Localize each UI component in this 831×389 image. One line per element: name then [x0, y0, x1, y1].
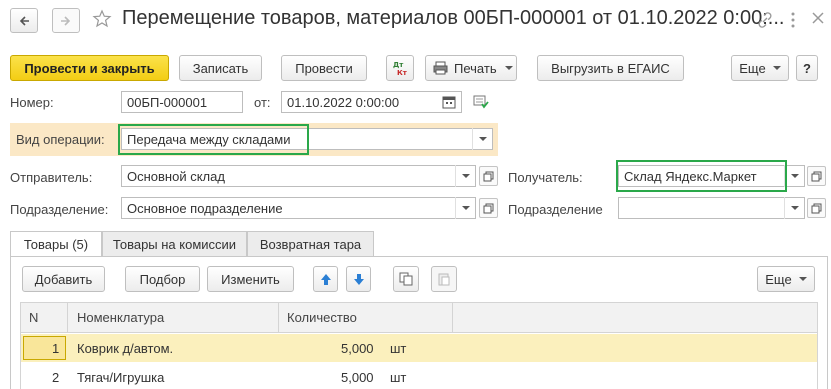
link-icon[interactable] [756, 11, 774, 29]
copy-button[interactable] [393, 266, 419, 292]
back-button[interactable] [10, 8, 38, 33]
print-button[interactable]: Печать [425, 55, 517, 81]
col-divider [278, 303, 279, 333]
open-window-icon [483, 203, 494, 213]
more-vert-icon[interactable] [789, 11, 797, 29]
edit-button[interactable]: Изменить [207, 266, 294, 292]
row-quantity: 5,000 [341, 370, 374, 385]
date-field[interactable]: 01.10.2022 0:00:00 [281, 91, 462, 113]
dt-kt-button[interactable]: Дт Кт [386, 55, 414, 81]
print-label: Печать [454, 60, 497, 76]
chevron-down-icon [772, 66, 781, 70]
open-window-icon [811, 203, 822, 213]
pick-button[interactable]: Подбор [125, 266, 200, 292]
division2-dropdown[interactable] [784, 197, 804, 219]
row-unit: шт [390, 341, 407, 356]
add-button[interactable]: Добавить [22, 266, 105, 292]
chevron-down-icon [504, 66, 513, 70]
chevron-down-icon [790, 174, 799, 178]
recipient-dropdown[interactable] [784, 165, 804, 187]
more-label: Еще [739, 60, 766, 76]
arrow-down-icon [353, 273, 364, 285]
sender-open-button[interactable] [479, 166, 498, 186]
move-up-button[interactable] [313, 266, 338, 292]
selected-cell [23, 336, 66, 360]
column-header-nomenclature[interactable]: Номенклатура [77, 302, 164, 332]
arrow-up-icon [320, 273, 331, 285]
tab-goods-on-commission[interactable]: Товары на комиссии [102, 231, 247, 256]
save-button[interactable]: Записать [179, 55, 262, 81]
favorite-star-icon[interactable] [92, 9, 112, 29]
date-label: от: [254, 95, 271, 110]
tab-goods[interactable]: Товары (5) [10, 231, 102, 257]
tab-returnable-packaging[interactable]: Возвратная тара [247, 231, 374, 256]
sender-dropdown[interactable] [455, 165, 475, 187]
printer-icon [433, 61, 448, 75]
post-and-close-button[interactable]: Провести и закрыть [10, 55, 169, 81]
close-icon[interactable] [811, 11, 825, 25]
recipient-highlight [616, 160, 787, 192]
row-nomenclature: Тягач/Игрушка [77, 370, 165, 385]
chevron-down-icon [461, 174, 470, 178]
row-nomenclature: Коврик д/автом. [77, 341, 174, 356]
chevron-down-icon [478, 137, 487, 141]
chevron-down-icon [790, 206, 799, 210]
arrow-right-icon [61, 15, 71, 26]
column-header-n[interactable]: N [29, 302, 38, 332]
arrow-left-icon [19, 15, 29, 26]
chevron-down-icon [798, 277, 807, 281]
svg-text:Дт: Дт [393, 61, 404, 69]
table-more-label: Еще [765, 271, 792, 287]
number-label: Номер: [10, 95, 54, 110]
number-field[interactable]: 00БП-000001 [121, 91, 243, 113]
division2-label: Подразделение [508, 202, 603, 217]
recipient-open-button[interactable] [807, 166, 826, 186]
chevron-down-icon [461, 206, 470, 210]
help-button[interactable]: ? [796, 55, 818, 81]
open-window-icon [811, 171, 822, 181]
row-number: 1 [52, 341, 60, 356]
division2-field[interactable] [618, 197, 805, 219]
window-title: Перемещение товаров, материалов 00БП-000… [122, 7, 785, 29]
recipient-label: Получатель: [508, 170, 583, 185]
division-label: Подразделение: [10, 202, 109, 217]
division-dropdown[interactable] [455, 197, 475, 219]
operation-label: Вид операции: [16, 132, 105, 147]
division-field[interactable]: Основное подразделение [121, 197, 476, 219]
copy-icon [399, 272, 413, 286]
post-button[interactable]: Провести [281, 55, 367, 81]
open-window-icon [483, 171, 494, 181]
column-header-quantity[interactable]: Количество [287, 302, 357, 332]
col-divider [452, 303, 453, 333]
forward-button[interactable] [52, 8, 80, 33]
row-number: 2 [52, 370, 60, 385]
svg-text:Кт: Кт [397, 69, 408, 77]
status-icon [473, 95, 489, 109]
division-open-button[interactable] [479, 198, 498, 218]
division2-open-button[interactable] [807, 198, 826, 218]
operation-highlight [118, 124, 309, 155]
dt-kt-icon: Дт Кт [393, 61, 408, 77]
operation-dropdown[interactable] [472, 128, 492, 150]
upload-egais-button[interactable]: Выгрузить в ЕГАИС [537, 55, 684, 81]
paste-button[interactable] [431, 266, 457, 292]
row-unit: шт [390, 370, 407, 385]
paste-icon [438, 273, 450, 286]
move-down-button[interactable] [346, 266, 371, 292]
col-divider [67, 303, 68, 333]
row-quantity: 5,000 [341, 341, 374, 356]
table-more-button[interactable]: Еще [757, 266, 815, 292]
more-button[interactable]: Еще [731, 55, 789, 81]
calendar-icon[interactable] [441, 94, 457, 110]
sender-field[interactable]: Основной склад [121, 165, 476, 187]
sender-label: Отправитель: [10, 170, 93, 185]
